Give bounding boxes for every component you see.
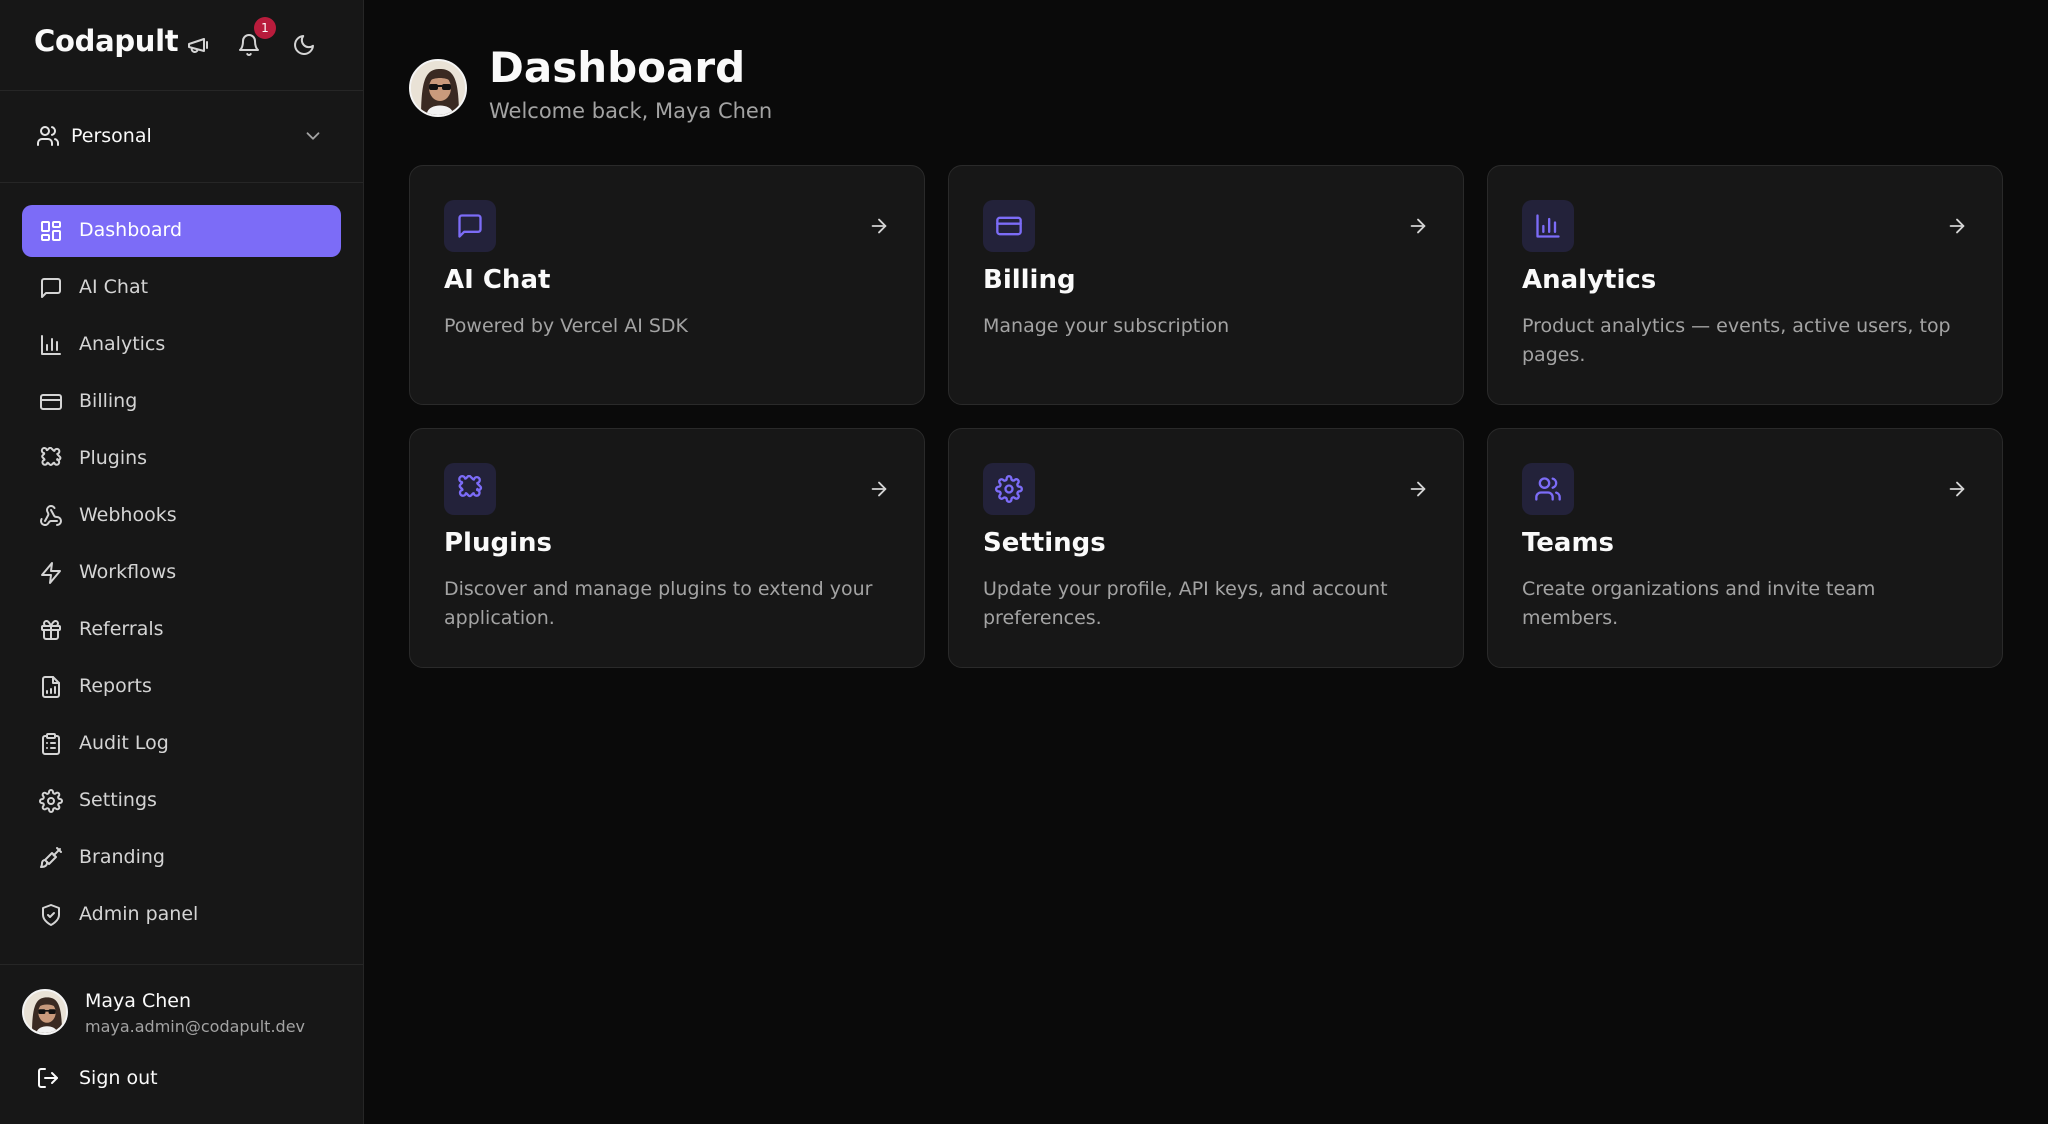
puzzle-icon [39,447,63,471]
card-teams[interactable]: Teams Create organizations and invite te… [1487,428,2003,668]
avatar[interactable] [22,989,68,1035]
moon-icon[interactable] [290,31,318,59]
sidebar-item-branding[interactable]: Branding [22,832,341,884]
brand-logo[interactable]: Codapult [34,24,179,58]
sidebar-nav: Dashboard AI Chat Analytics Billing Plug… [22,205,341,946]
sidebar-item-label: Referrals [79,618,164,640]
sidebar-item-label: Billing [79,390,138,412]
sidebar-item-label: Settings [79,789,157,811]
sidebar-item-label: Reports [79,675,152,697]
card-title: AI Chat [444,265,551,295]
bar-chart-icon [39,333,63,357]
card-title: Billing [983,265,1076,295]
gear-icon [983,463,1035,515]
sidebar-item-label: Webhooks [79,504,177,526]
sidebar-item-audit-log[interactable]: Audit Log [22,718,341,770]
arrow-right-icon [1946,478,1968,504]
workspace-switcher[interactable]: Personal [0,91,364,183]
card-title: Analytics [1522,265,1657,295]
header-avatar [409,59,467,117]
gear-icon [39,789,63,813]
report-icon [39,675,63,699]
sidebar-item-reports[interactable]: Reports [22,661,341,713]
sidebar-item-dashboard[interactable]: Dashboard [22,205,341,257]
sidebar-item-billing[interactable]: Billing [22,376,341,428]
card-title: Plugins [444,528,552,558]
logout-icon [36,1066,60,1090]
sidebar-item-label: AI Chat [79,276,149,298]
arrow-right-icon [1407,478,1429,504]
sidebar-item-label: Analytics [79,333,166,355]
sidebar-item-label: Plugins [79,447,148,469]
card-analytics[interactable]: Analytics Product analytics — events, ac… [1487,165,2003,405]
sidebar-item-label: Workflows [79,561,177,583]
page-subtitle: Welcome back, Maya Chen [489,99,773,123]
card-description: Update your profile, API keys, and accou… [983,578,1388,629]
sidebar: Codapult 1 Personal Dashboard AI Chat An… [0,0,364,1124]
sidebar-item-workflows[interactable]: Workflows [22,547,341,599]
clipboard-icon [39,732,63,756]
page-title: Dashboard [489,43,746,92]
sidebar-item-ai-chat[interactable]: AI Chat [22,262,341,314]
zap-icon [39,561,63,585]
arrow-right-icon [868,478,890,504]
shield-icon [39,903,63,927]
card-description: Discover and manage plugins to extend yo… [444,578,873,629]
card-billing[interactable]: Billing Manage your subscription [948,165,1464,405]
users-icon [1522,463,1574,515]
sidebar-item-admin-panel[interactable]: Admin panel [22,889,341,941]
credit-card-icon [983,200,1035,252]
chat-icon [39,276,63,300]
sidebar-item-label: Audit Log [79,732,169,754]
card-plugins[interactable]: Plugins Discover and manage plugins to e… [409,428,925,668]
sign-out-button[interactable]: Sign out [36,1066,158,1090]
gift-icon [39,618,63,642]
dashboard-icon [39,219,63,243]
card-settings[interactable]: Settings Update your profile, API keys, … [948,428,1464,668]
sign-out-label: Sign out [79,1067,158,1089]
sidebar-item-label: Admin panel [79,903,199,925]
card-description: Manage your subscription [983,315,1230,337]
bar-chart-icon [1522,200,1574,252]
sidebar-item-settings[interactable]: Settings [22,775,341,827]
sidebar-item-analytics[interactable]: Analytics [22,319,341,371]
user-name: Maya Chen [85,990,192,1012]
chat-icon [444,200,496,252]
sidebar-item-referrals[interactable]: Referrals [22,604,341,656]
notification-badge: 1 [254,17,276,39]
sidebar-item-plugins[interactable]: Plugins [22,433,341,485]
webhook-icon [39,504,63,528]
card-title: Teams [1522,528,1615,558]
card-title: Settings [983,528,1106,558]
card-description: Powered by Vercel AI SDK [444,315,689,337]
puzzle-icon [444,463,496,515]
chevron-down-icon [302,125,324,151]
card-description: Product analytics — events, active users… [1522,315,1951,366]
card-description: Create organizations and invite team mem… [1522,578,1876,629]
sidebar-item-label: Dashboard [79,219,183,241]
user-email: maya.admin@codapult.dev [85,1017,305,1036]
sidebar-item-webhooks[interactable]: Webhooks [22,490,341,542]
card-ai-chat[interactable]: AI Chat Powered by Vercel AI SDK [409,165,925,405]
users-icon [36,124,60,152]
user-block: Maya Chen maya.admin@codapult.dev Sign o… [0,964,364,1124]
arrow-right-icon [1407,215,1429,241]
brush-icon [39,846,63,870]
arrow-right-icon [1946,215,1968,241]
workspace-label: Personal [71,125,152,147]
arrow-right-icon [868,215,890,241]
credit-card-icon [39,390,63,414]
megaphone-icon[interactable] [184,31,212,59]
brand-row: Codapult 1 [0,0,364,91]
sidebar-item-label: Branding [79,846,165,868]
